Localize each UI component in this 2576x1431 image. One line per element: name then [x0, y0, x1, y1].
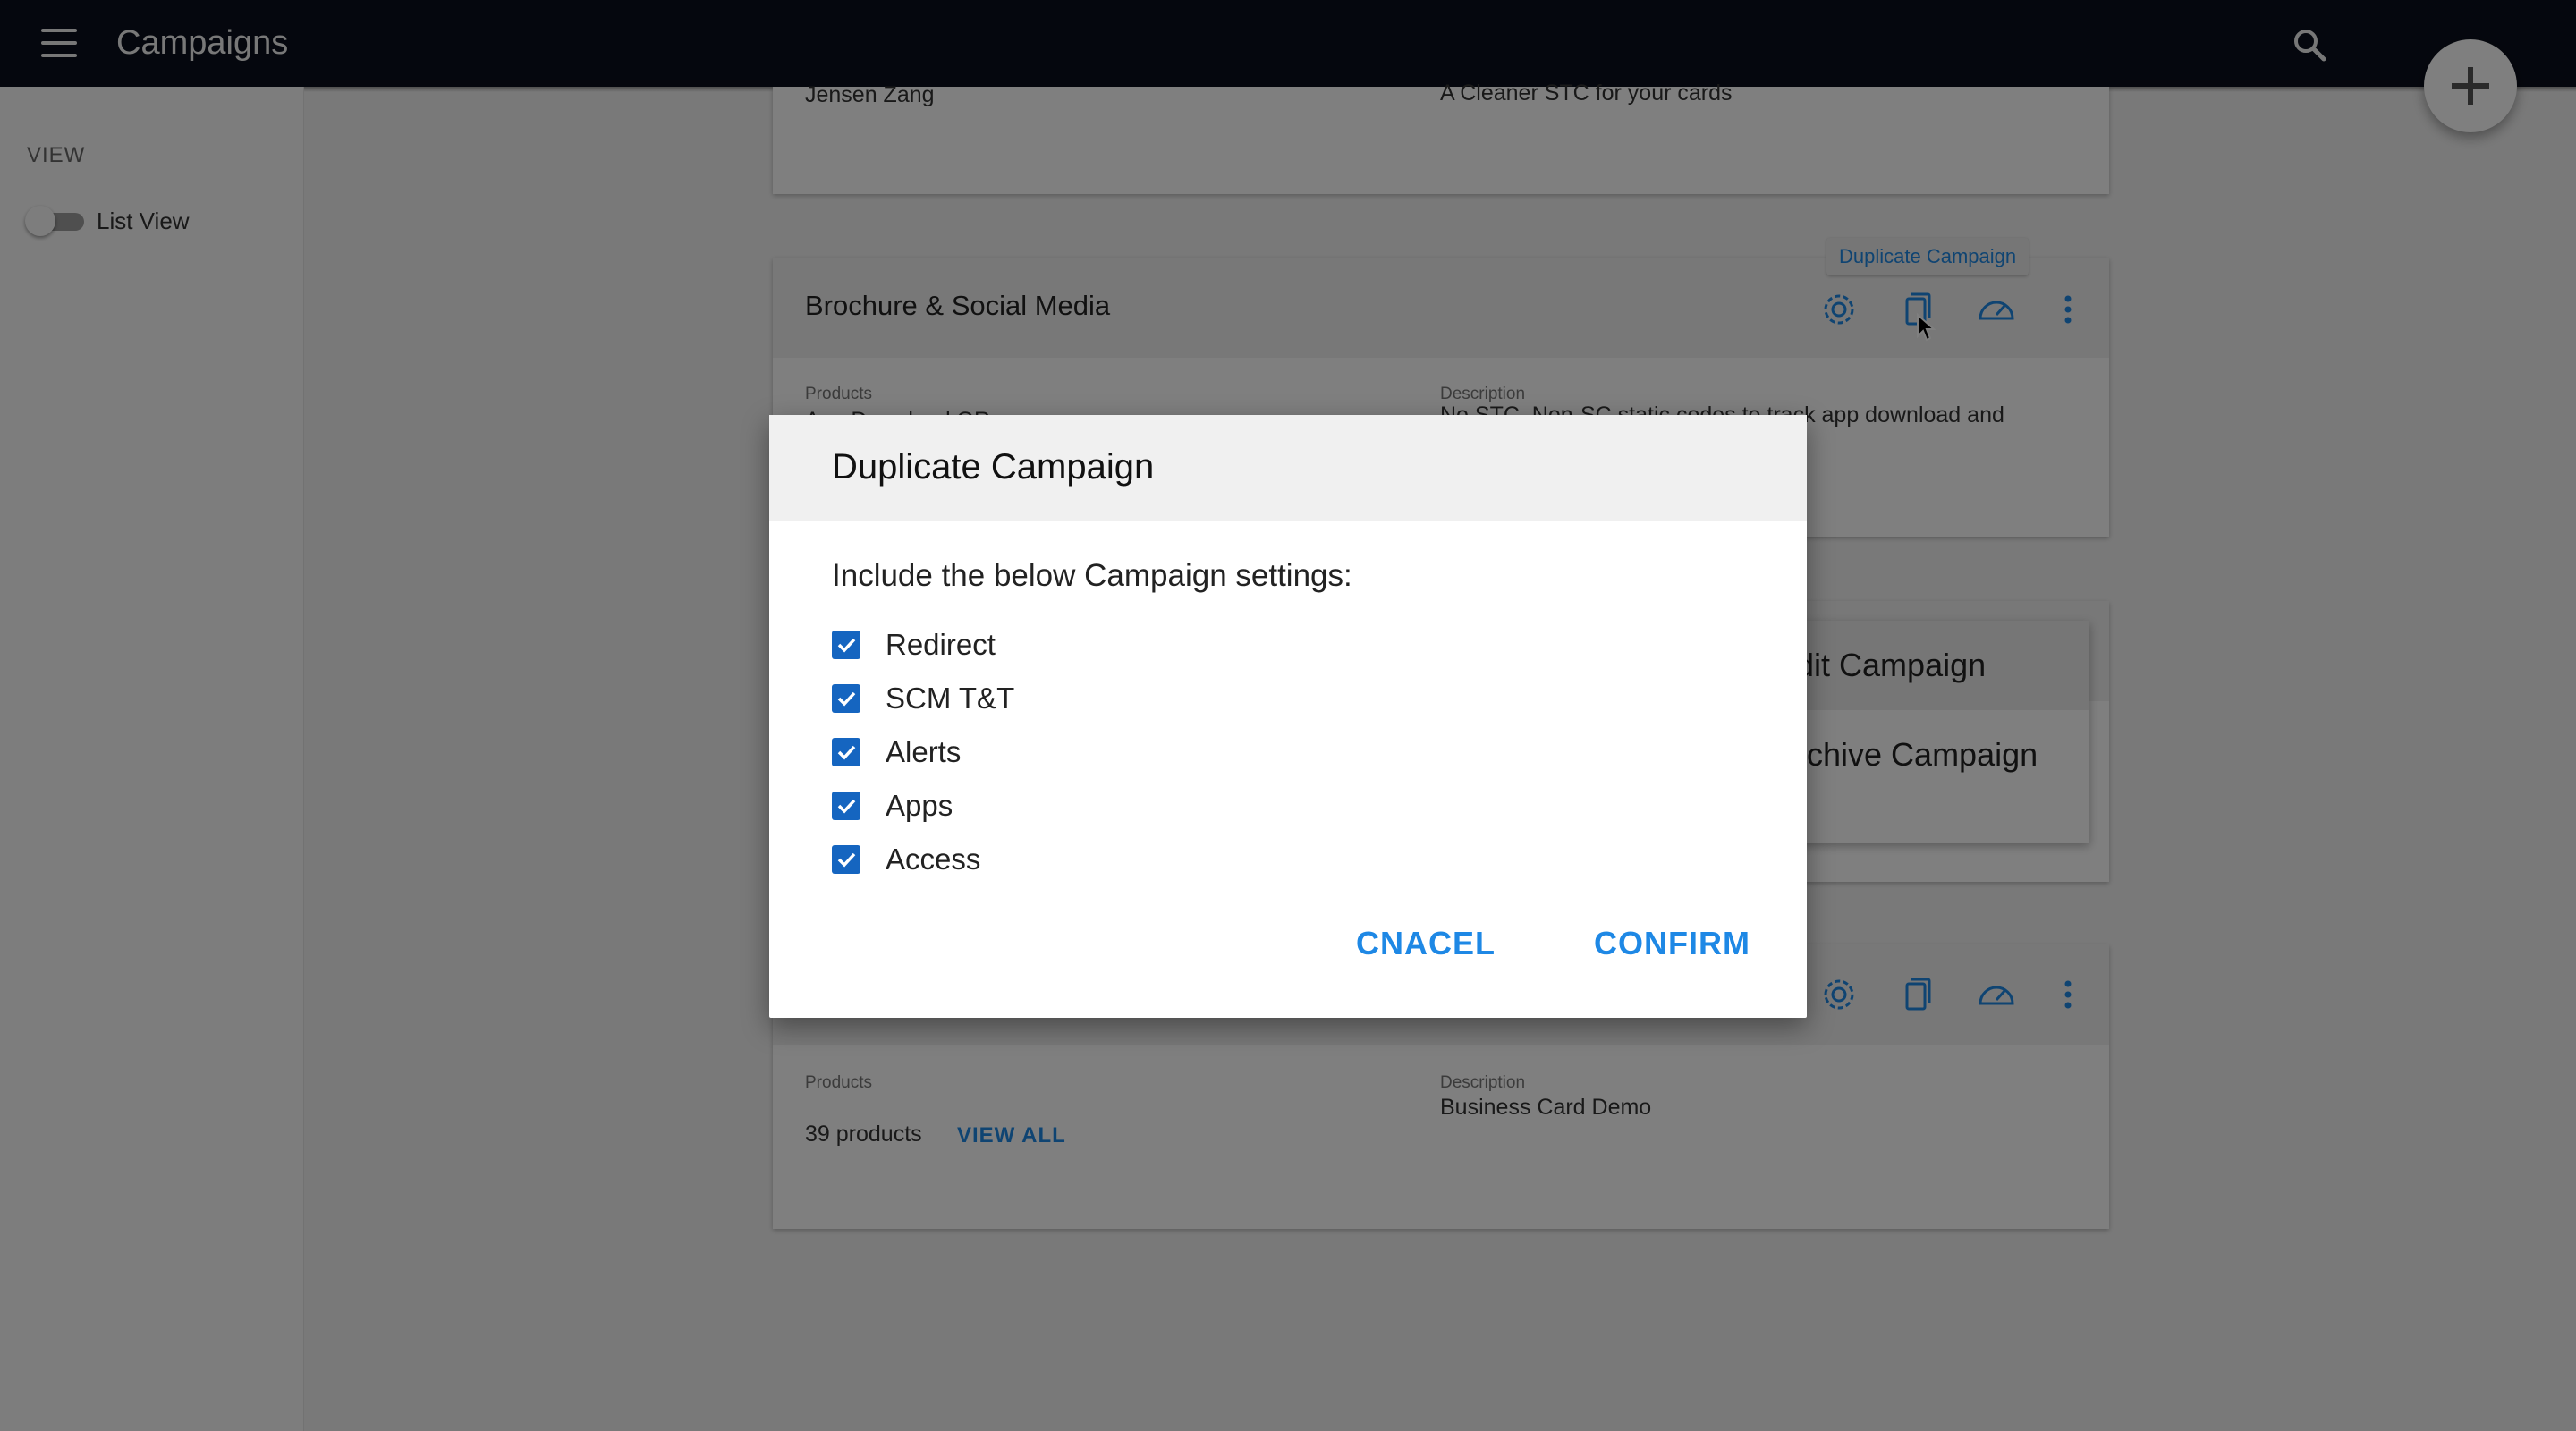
option-label: Alerts	[886, 735, 962, 768]
check-icon	[837, 799, 856, 814]
check-icon	[837, 638, 856, 653]
option-label: Redirect	[886, 628, 996, 661]
checkbox[interactable]	[832, 845, 860, 874]
option-apps[interactable]: Apps	[832, 788, 953, 824]
duplicate-campaign-dialog: Duplicate Campaign Include the below Cam…	[769, 415, 1807, 1018]
cancel-button[interactable]: CNACEL	[1356, 925, 1496, 962]
option-alerts[interactable]: Alerts	[832, 734, 961, 770]
option-label: Access	[886, 843, 981, 876]
option-redirect[interactable]: Redirect	[832, 627, 996, 663]
dialog-description: Include the below Campaign settings:	[832, 558, 1352, 593]
checkbox[interactable]	[832, 738, 860, 766]
option-scm-tt[interactable]: SCM T&T	[832, 681, 1014, 716]
checkbox[interactable]	[832, 631, 860, 659]
option-label: Apps	[886, 789, 953, 822]
check-icon	[837, 852, 856, 868]
checkbox[interactable]	[832, 684, 860, 713]
option-label: SCM T&T	[886, 682, 1015, 715]
dialog-title: Duplicate Campaign	[832, 447, 1155, 487]
checkbox[interactable]	[832, 792, 860, 820]
option-access[interactable]: Access	[832, 842, 980, 877]
check-icon	[837, 691, 856, 707]
check-icon	[837, 745, 856, 760]
confirm-button[interactable]: CONFIRM	[1594, 925, 1750, 962]
